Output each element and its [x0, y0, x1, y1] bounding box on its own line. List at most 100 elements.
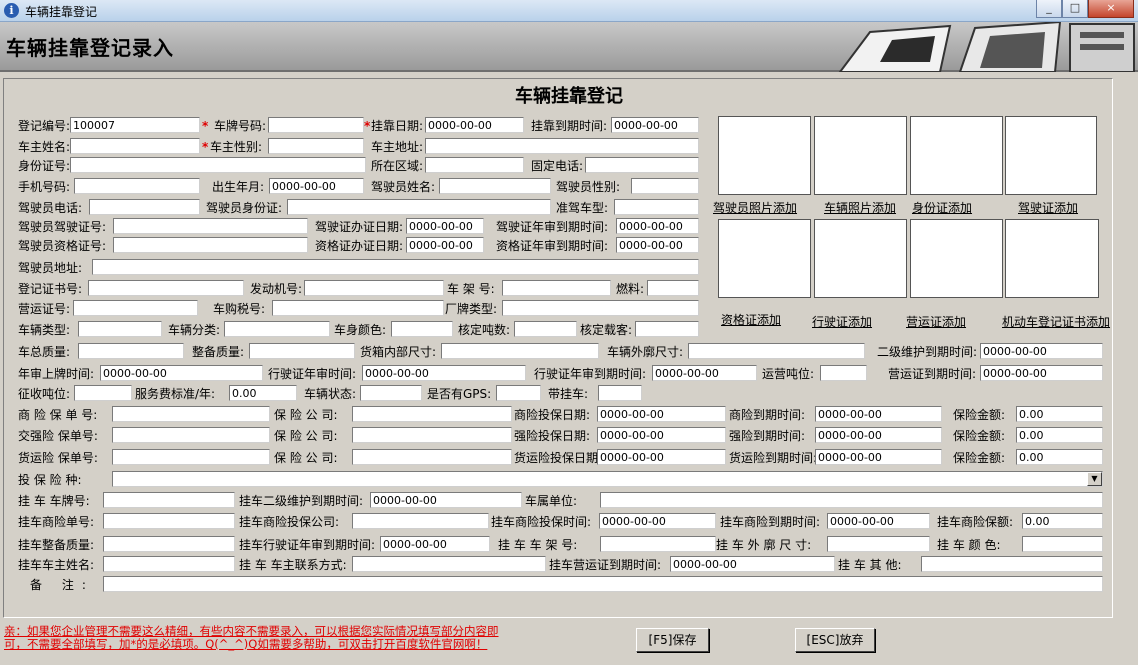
tr1-owner-unit-input[interactable]: [600, 492, 1103, 508]
ins1-start-input[interactable]: [597, 406, 726, 422]
attach-expire-input[interactable]: [611, 117, 699, 133]
passengers-input[interactable]: [635, 321, 699, 337]
add-vehicle-photo-link[interactable]: 车辆照片添加: [824, 199, 896, 216]
ins3-start-input[interactable]: [597, 449, 726, 465]
vehicle-photo-slot[interactable]: [814, 116, 907, 195]
remark-input[interactable]: [103, 576, 1103, 592]
reg-cert-input[interactable]: [88, 280, 244, 296]
lic-review-input[interactable]: [362, 365, 526, 381]
driver-photo-slot[interactable]: [718, 116, 811, 195]
reg-cert-photo-slot[interactable]: [1005, 219, 1099, 298]
license-review-input[interactable]: [616, 218, 699, 234]
qual-review-input[interactable]: [616, 237, 699, 253]
tr4-owner-input[interactable]: [103, 556, 235, 572]
tr2-ins-co-input[interactable]: [352, 513, 489, 529]
brand-input[interactable]: [502, 300, 699, 316]
owner-gender-input[interactable]: [268, 138, 364, 154]
ins1-end-input[interactable]: [815, 406, 942, 422]
owner-name-input[interactable]: [70, 138, 200, 154]
maximize-button[interactable]: □: [1062, 0, 1088, 18]
driver-gender-input[interactable]: [631, 178, 699, 194]
owner-addr-input[interactable]: [425, 138, 699, 154]
tr3-color-input[interactable]: [1022, 536, 1103, 552]
close-button[interactable]: ×: [1088, 0, 1134, 18]
vehicle-type-input[interactable]: [614, 199, 699, 215]
driver-tel-input[interactable]: [89, 199, 200, 215]
driver-addr-input[interactable]: [92, 259, 699, 275]
ins3-amount-input[interactable]: [1016, 449, 1103, 465]
reg-no-input[interactable]: [70, 117, 200, 133]
tr3-frame-input[interactable]: [600, 536, 716, 552]
tr3-outer-input[interactable]: [827, 536, 930, 552]
birth-input[interactable]: [269, 178, 364, 194]
ins1-no-input[interactable]: [112, 406, 270, 422]
driver-name-input[interactable]: [439, 178, 551, 194]
veh-class-input[interactable]: [224, 321, 330, 337]
license-no-input[interactable]: [113, 218, 308, 234]
help-note-line-2[interactable]: 可，不需要全部填写，加*的是必填项。Q(^_^)Q如需要多帮助，可双击打开百度软…: [4, 636, 487, 652]
driving-permit-photo-slot[interactable]: [814, 219, 907, 298]
phone-input[interactable]: [585, 157, 699, 173]
add-qual-cert-link[interactable]: 资格证添加: [721, 311, 781, 328]
license-photo-slot[interactable]: [1005, 116, 1097, 195]
save-button[interactable]: [F5]保存: [636, 628, 709, 652]
tr3-curb-input[interactable]: [103, 536, 235, 552]
plate-input[interactable]: [268, 117, 364, 133]
ins2-end-input[interactable]: [815, 427, 942, 443]
add-driver-photo-link[interactable]: 驾驶员照片添加: [713, 199, 797, 216]
add-id-card-link[interactable]: 身份证添加: [912, 199, 972, 216]
tr2-ins-start-input[interactable]: [599, 513, 716, 529]
tr4-other-input[interactable]: [921, 556, 1103, 572]
minimize-button[interactable]: _: [1036, 0, 1062, 18]
qual-cert-photo-slot[interactable]: [718, 219, 811, 298]
color-input[interactable]: [391, 321, 453, 337]
add-driving-permit-link[interactable]: 行驶证添加: [812, 313, 872, 330]
tr3-lic-input[interactable]: [380, 536, 490, 552]
ins2-amount-input[interactable]: [1016, 427, 1103, 443]
ins-type-select[interactable]: ▼: [112, 471, 1103, 487]
lic-expire-input[interactable]: [652, 365, 757, 381]
id-no-input[interactable]: [70, 157, 366, 173]
tr2-ins-end-input[interactable]: [827, 513, 930, 529]
op-cert-input[interactable]: [73, 300, 198, 316]
area-input[interactable]: [425, 157, 524, 173]
tr4-contact-input[interactable]: [352, 556, 546, 572]
ins1-company-input[interactable]: [352, 406, 512, 422]
window-title-bar[interactable]: i 车辆挂靠登记 _ □ ×: [0, 0, 1138, 22]
ins2-company-input[interactable]: [352, 427, 512, 443]
add-reg-cert-link[interactable]: 机动车登记证书添加: [1002, 313, 1110, 330]
driver-id-input[interactable]: [287, 199, 551, 215]
ins2-start-input[interactable]: [597, 427, 726, 443]
ins3-end-input[interactable]: [815, 449, 942, 465]
levy-input[interactable]: [74, 385, 132, 401]
maint-input[interactable]: [980, 343, 1103, 359]
ins1-amount-input[interactable]: [1016, 406, 1103, 422]
qual-issue-input[interactable]: [406, 237, 484, 253]
trailer-input[interactable]: [598, 385, 642, 401]
op-cert-photo-slot[interactable]: [910, 219, 1003, 298]
purchase-tax-input[interactable]: [272, 300, 444, 316]
cargo-input[interactable]: [441, 343, 599, 359]
op-ton-input[interactable]: [820, 365, 867, 381]
license-issue-input[interactable]: [406, 218, 484, 234]
fee-input[interactable]: [229, 385, 297, 401]
qual-no-input[interactable]: [113, 237, 308, 253]
tonnage-input[interactable]: [514, 321, 577, 337]
tr2-ins-no-input[interactable]: [103, 513, 235, 529]
mobile-input[interactable]: [74, 178, 200, 194]
tr2-ins-amount-input[interactable]: [1022, 513, 1103, 529]
tr1-plate-input[interactable]: [103, 492, 235, 508]
add-op-cert-link[interactable]: 营运证添加: [906, 313, 966, 330]
add-license-link[interactable]: 驾驶证添加: [1018, 199, 1078, 216]
ins3-no-input[interactable]: [112, 449, 270, 465]
first-reg-input[interactable]: [100, 365, 263, 381]
cancel-button[interactable]: [ESC]放弃: [795, 628, 875, 652]
gps-input[interactable]: [496, 385, 541, 401]
op-expire-input[interactable]: [980, 365, 1103, 381]
veh-type-input[interactable]: [78, 321, 162, 337]
status-input[interactable]: [360, 385, 422, 401]
attach-date-input[interactable]: [425, 117, 524, 133]
curb-input[interactable]: [249, 343, 355, 359]
tr1-maint-input[interactable]: [370, 492, 522, 508]
id-card-photo-slot[interactable]: [910, 116, 1003, 195]
